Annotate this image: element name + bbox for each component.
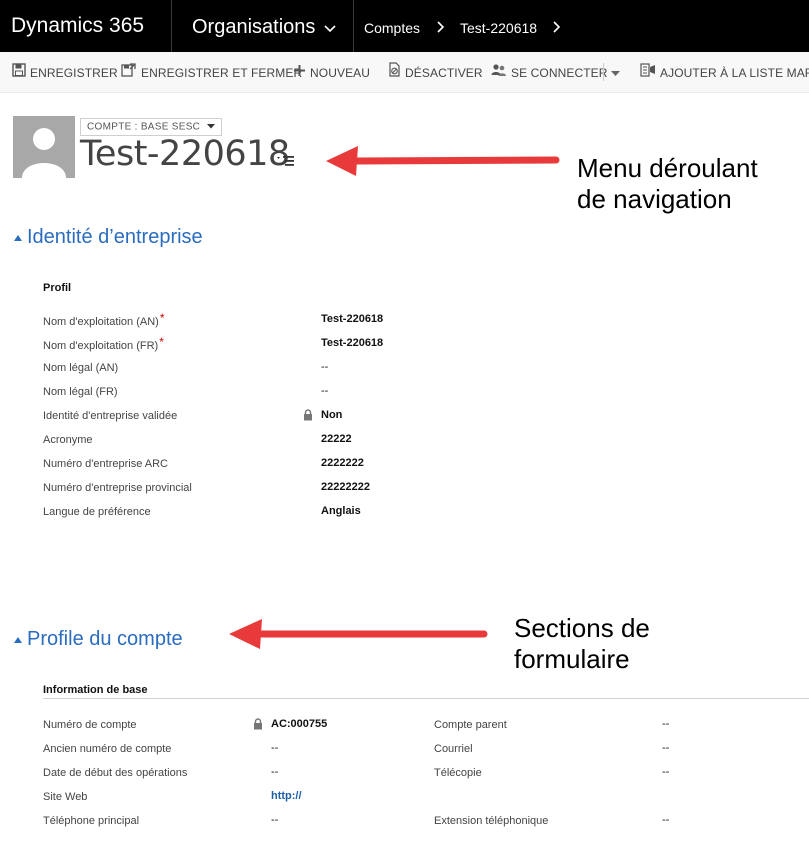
annotation-nav-menu: Menu déroulant de navigation [577,153,758,214]
collapse-triangle-icon[interactable] [14,637,22,643]
field-value[interactable]: Test-220618 [321,313,383,325]
field-value[interactable]: -- [662,814,669,826]
field-label: Nom légal (AN) [43,362,119,374]
field-label: Ancien numéro de compte [43,743,172,755]
section-title-profile[interactable]: Profile du compte [27,628,183,651]
field-value: AC:000755 [271,718,328,730]
field-label: Nom d'exploitation (FR)* [43,335,164,352]
field-label: Identité d'entreprise validée [43,410,178,422]
required-asterisk: * [159,311,165,325]
field-label: Nom légal (FR) [43,386,118,398]
field-value[interactable]: Anglais [321,505,361,517]
field-value[interactable]: 22222222 [321,481,370,493]
field-label: Télécopie [434,767,482,779]
red-arrow-icon [326,146,560,176]
subsection-heading: Profil [43,282,72,294]
subsection-heading: Information de base [43,684,148,696]
field-value[interactable]: 2222222 [321,457,364,469]
website-link[interactable]: http:// [271,790,302,802]
lock-icon [303,408,313,421]
field-label: Numéro de compte [43,719,137,731]
field-value[interactable]: -- [662,742,669,754]
field-label: Téléphone principal [43,815,140,827]
collapse-triangle-icon[interactable] [14,235,22,241]
field-label: Compte parent [434,719,507,731]
red-arrow-icon [229,619,488,649]
field-value[interactable]: -- [321,385,328,397]
required-asterisk: * [159,335,164,349]
lock-icon [253,717,263,730]
field-label: Langue de préférence [43,506,151,518]
field-value[interactable]: Test-220618 [321,337,383,349]
field-value[interactable]: -- [271,766,278,778]
field-value[interactable]: -- [271,742,278,754]
subsection-divider [43,698,809,699]
section-title-identite[interactable]: Identité d’entreprise [27,226,203,249]
annotation-sections: Sections de formulaire [514,613,650,674]
field-label: Numéro d'entreprise ARC [43,458,168,470]
field-value[interactable]: -- [321,361,328,373]
field-label: Extension téléphonique [434,815,549,827]
field-value: Non [321,409,343,421]
field-value[interactable]: 22222 [321,433,352,445]
field-label: Date de début des opérations [43,767,188,779]
field-value[interactable]: -- [662,766,669,778]
field-label: Acronyme [43,434,93,446]
field-label: Courriel [434,743,473,755]
field-label: Nom d'exploitation (AN)* [43,311,165,328]
field-value[interactable]: -- [662,718,669,730]
field-value[interactable]: -- [271,814,278,826]
field-label: Numéro d'entreprise provincial [43,482,192,494]
field-label: Site Web [43,791,88,803]
